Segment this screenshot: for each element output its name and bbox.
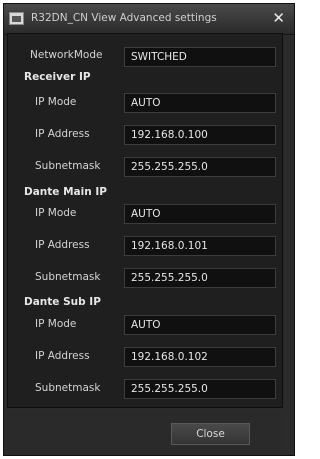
title-bar[interactable]: R32DN_CN View Advanced settings ✕ xyxy=(4,4,294,35)
window-title: R32DN_CN View Advanced settings xyxy=(31,12,217,24)
dante-main-subnet-field[interactable]: 255.255.255.0 xyxy=(124,268,276,288)
receiver-ip-mode-field[interactable]: AUTO xyxy=(124,93,276,113)
receiver-ip-address-field[interactable]: 192.168.0.100 xyxy=(124,125,276,145)
dante-main-ip-address-field[interactable]: 192.168.0.101 xyxy=(124,236,276,256)
receiver-ip-mode-label: IP Mode xyxy=(35,96,77,108)
dante-main-subnet-label: Subnetmask xyxy=(35,271,101,283)
dante-main-ip-heading: Dante Main IP xyxy=(24,186,107,198)
network-mode-label: NetworkMode xyxy=(30,49,103,61)
receiver-ip-address-label: IP Address xyxy=(35,128,90,140)
dante-sub-subnet-field[interactable]: 255.255.255.0 xyxy=(124,379,276,399)
close-button[interactable]: Close xyxy=(171,423,250,445)
close-icon[interactable]: ✕ xyxy=(272,9,285,27)
dante-sub-ip-mode-label: IP Mode xyxy=(35,318,77,330)
dante-sub-ip-address-label: IP Address xyxy=(35,350,90,362)
dante-sub-ip-heading: Dante Sub IP xyxy=(24,296,101,308)
app-icon xyxy=(9,12,24,25)
dante-main-ip-mode-field[interactable]: AUTO xyxy=(124,204,276,224)
settings-panel: NetworkMode SWITCHED Receiver IP IP Mode… xyxy=(7,33,283,408)
dante-main-ip-address-label: IP Address xyxy=(35,239,90,251)
dante-sub-ip-address-field[interactable]: 192.168.0.102 xyxy=(124,347,276,367)
dante-sub-subnet-label: Subnetmask xyxy=(35,382,101,394)
network-mode-field[interactable]: SWITCHED xyxy=(124,47,276,67)
receiver-subnet-label: Subnetmask xyxy=(35,160,101,172)
dante-sub-ip-mode-field[interactable]: AUTO xyxy=(124,315,276,335)
dante-main-ip-mode-label: IP Mode xyxy=(35,207,77,219)
receiver-subnet-field[interactable]: 255.255.255.0 xyxy=(124,157,276,177)
receiver-ip-heading: Receiver IP xyxy=(24,71,91,83)
